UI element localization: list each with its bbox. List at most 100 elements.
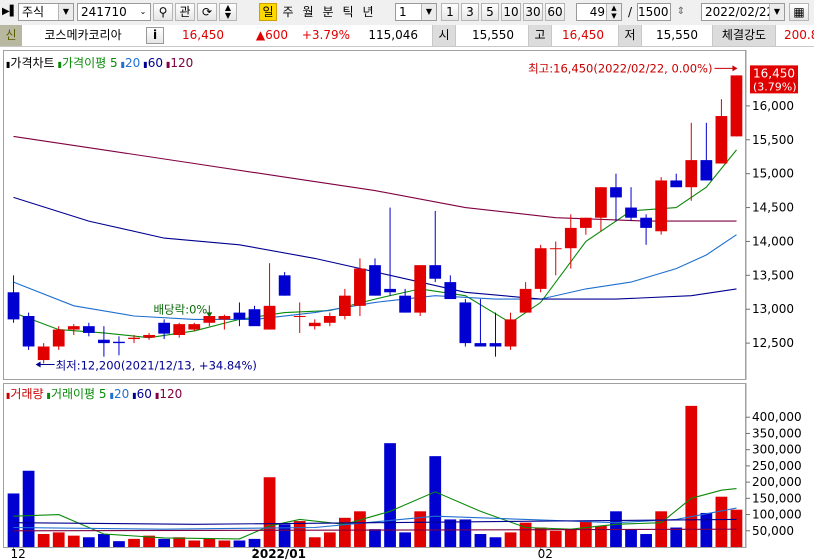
refresh-button[interactable]: ⟳ — [197, 3, 217, 21]
volume-bar — [293, 521, 306, 547]
volume-tick-label: 350,000 — [752, 426, 802, 440]
high-price: 16,450 — [562, 28, 604, 42]
date-select[interactable]: 2022/02/22 ▼ — [701, 3, 785, 21]
candle-body — [128, 337, 140, 340]
search-button[interactable]: ⚲ — [153, 3, 173, 21]
volume-bar — [203, 538, 216, 547]
volume-chart[interactable]: 50,000 100,000 150,000 200,000 250,000 300,00… — [0, 383, 814, 560]
volume-bar — [579, 521, 592, 547]
current-price: 16,450 — [182, 28, 224, 42]
volume-bar — [640, 534, 652, 547]
period-tab[interactable]: 일 — [259, 3, 277, 21]
price-tick-label: 13,000 — [752, 302, 794, 316]
chevron-down-icon: ▼ — [58, 4, 73, 20]
chevron-down-icon: ▼ — [769, 4, 784, 20]
volume-bar — [459, 519, 472, 547]
price-change: ▲600 — [255, 28, 288, 42]
price-chart[interactable]: 12,500 13,000 13,500 14,000 14,500 15,000 15,5… — [0, 47, 814, 383]
period-tab[interactable]: 틱 — [339, 3, 357, 21]
volume-tick-label: 100,000 — [752, 508, 802, 522]
stock-name: 코스메카코리아 — [44, 28, 122, 42]
price-ma-line — [13, 149, 737, 339]
candle-body — [685, 160, 698, 188]
x-axis-label: 12 — [11, 547, 26, 560]
candle-body — [474, 343, 487, 347]
candle-body — [233, 312, 246, 320]
period-tab[interactable]: 분 — [319, 3, 337, 21]
trade-volume: 115,046 — [368, 28, 418, 42]
candle-body — [52, 329, 65, 347]
date-value: 2022/02/22 — [705, 5, 775, 19]
minute-button[interactable]: 30 — [523, 3, 543, 21]
price-tick-label: 12,500 — [752, 336, 794, 350]
candle-body — [670, 180, 683, 188]
x-axis-label: 02 — [538, 547, 553, 560]
volume-bar — [549, 530, 562, 547]
minute-button[interactable]: 5 — [481, 3, 499, 21]
chevron-down-icon: ⌄ — [136, 4, 150, 20]
candle-body — [113, 341, 125, 344]
last-percent-label: (3.79%) — [753, 80, 797, 93]
period-tab[interactable]: 년 — [359, 3, 377, 21]
candle-body — [655, 180, 668, 232]
candle-body — [248, 309, 261, 327]
candle-body — [700, 160, 713, 181]
volume-tick-label: 50,000 — [752, 524, 794, 538]
minute-button[interactable]: 1 — [441, 3, 459, 21]
candle-body — [293, 316, 306, 317]
volume-bar — [7, 493, 20, 547]
up-down-icon: ▲ ▼ — [224, 3, 232, 20]
market-select-value: 주식 — [22, 5, 45, 19]
candle-body — [640, 217, 652, 228]
candle-body — [22, 316, 35, 347]
volume-bar — [263, 477, 276, 547]
calendar-icon: ▦ — [793, 5, 805, 19]
interval-select[interactable]: 1 ▼ — [395, 3, 437, 21]
price-tick-label: 15,500 — [752, 133, 794, 147]
view-count-input[interactable]: 49 ▲ ▼ — [576, 3, 622, 21]
spin-icon[interactable]: ▲ ▼ — [606, 4, 621, 20]
stepper-button[interactable]: ▲ ▼ — [219, 3, 237, 21]
candle-body — [354, 268, 366, 306]
volume-bar — [730, 509, 743, 547]
candle-body — [459, 302, 472, 344]
change-percent: +3.79% — [301, 28, 350, 42]
volume-tick-label: 400,000 — [752, 410, 802, 424]
total-count-input[interactable]: 1500 — [637, 3, 671, 21]
calendar-button[interactable]: ▦ — [789, 3, 809, 21]
candle-body — [339, 295, 351, 316]
market-select[interactable]: 주식 ▼ — [18, 3, 74, 21]
candle-body — [489, 343, 502, 347]
double-chevron-icon[interactable]: ⇕ — [673, 3, 689, 21]
volume-bar — [354, 511, 366, 547]
info-button[interactable]: i — [146, 27, 164, 44]
volume-bar — [37, 534, 50, 547]
candle-body — [37, 346, 50, 361]
candle-body — [384, 288, 396, 293]
period-tab[interactable]: 월 — [299, 3, 317, 21]
high-annotation: 최고:16,450(2022/02/22, 0.00%) — [528, 61, 712, 75]
candle-body — [278, 275, 291, 296]
candle-body — [444, 282, 457, 300]
volume-bar — [22, 470, 35, 547]
minute-button[interactable]: 10 — [501, 3, 521, 21]
candle-body — [143, 334, 155, 338]
low-arrow-head — [35, 361, 41, 368]
candle-body — [369, 265, 381, 296]
stock-code-input[interactable]: 241710 ⌄ — [77, 3, 151, 21]
minute-button[interactable]: 3 — [461, 3, 479, 21]
volume-tick-label: 200,000 — [752, 475, 802, 489]
candle-body — [173, 324, 186, 335]
candle-body — [625, 207, 637, 218]
candle-body — [519, 288, 532, 313]
volume-bar — [685, 405, 698, 547]
watch-button[interactable]: 관 — [175, 3, 195, 21]
volume-bar — [233, 540, 246, 547]
interval-value: 1 — [399, 5, 407, 19]
period-tab[interactable]: 주 — [279, 3, 297, 21]
minute-button[interactable]: 60 — [545, 3, 565, 21]
volume-panel: ▮거래량 ▮거래이평 5 ▮20 ▮60 ▮120 50,000 100,000 150,0… — [0, 383, 814, 560]
candle-body — [308, 322, 321, 327]
count-separator: / — [627, 5, 633, 19]
menu-icon[interactable]: ▶▌ — [2, 3, 17, 21]
